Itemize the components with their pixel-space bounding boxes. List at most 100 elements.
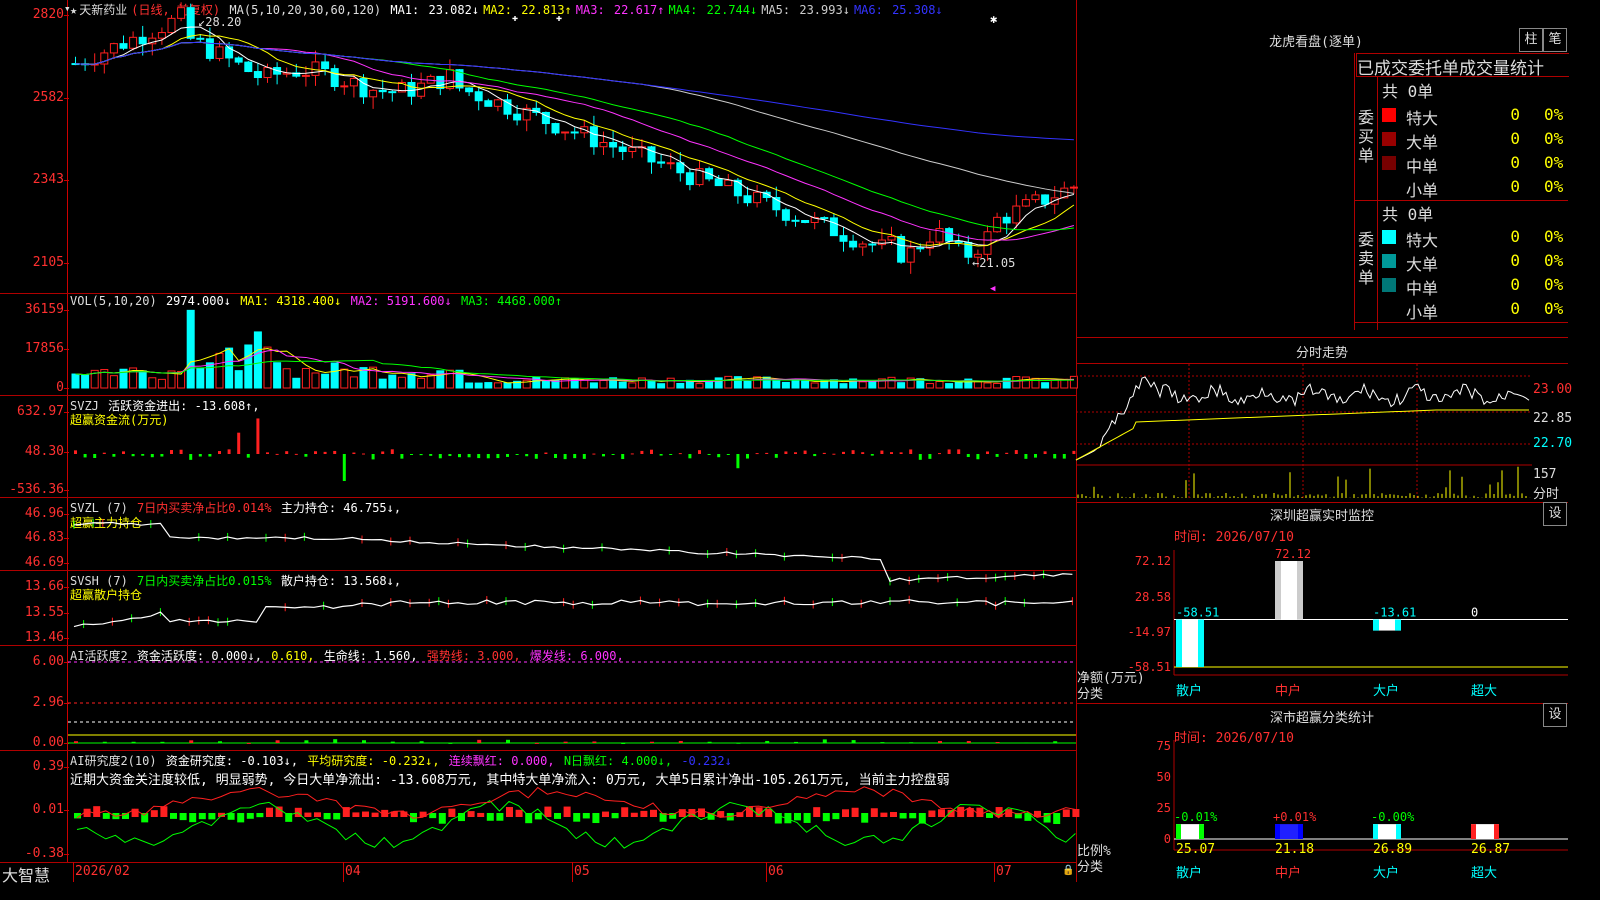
fund-flow-bar — [650, 449, 653, 454]
y-tick-label: 2820 — [32, 7, 64, 22]
activity-bar — [563, 741, 568, 743]
activity-bar — [966, 740, 971, 743]
volume-bar — [474, 382, 483, 389]
fund-flow-bar — [928, 454, 932, 459]
volume-bar — [993, 382, 1002, 389]
fund-flow-bar — [832, 453, 836, 455]
tick-mode-button[interactable]: 笔 — [1543, 28, 1567, 52]
fund-flow-bar — [966, 454, 970, 458]
candle-body — [369, 89, 378, 98]
low-price-label: ←21.05 — [972, 256, 1016, 270]
volume-bar — [897, 382, 906, 389]
fund-flow-bar — [976, 454, 980, 460]
classify-bar-chart[interactable]: 75 50 25 0-0.01% 25.07 散户 +0.01% 21.18 中户 -0.00% 2… — [1076, 739, 1568, 882]
event-marker-icon[interactable]: ✚ — [556, 13, 562, 24]
monitor-settings-button[interactable]: 设 — [1543, 502, 1567, 526]
separator — [1076, 337, 1568, 338]
activity-bar — [909, 742, 914, 744]
fund-flow-chart[interactable] — [68, 396, 1076, 497]
bar-mode-button[interactable]: 柱 — [1519, 28, 1543, 52]
main-holding-chart[interactable] — [68, 498, 1076, 586]
volume-bar — [1041, 382, 1050, 389]
research-bar — [842, 809, 849, 817]
candle-body — [733, 179, 742, 197]
classify-settings-button[interactable]: 设 — [1543, 703, 1567, 727]
candle-body — [858, 243, 867, 248]
y-tick-label: -536.36 — [9, 482, 64, 497]
candle-body — [311, 61, 320, 76]
separator — [0, 862, 1076, 863]
row-value: 0 — [1510, 105, 1520, 124]
research-bar — [93, 806, 101, 817]
ai-active-chart[interactable] — [68, 646, 1076, 750]
pin-icon[interactable]: ▾ — [64, 2, 71, 15]
volume-chart[interactable] — [68, 294, 1078, 395]
monitor-title: 深圳超赢实时监控 — [1269, 509, 1374, 524]
research-bar — [803, 813, 811, 823]
activity-bar — [650, 741, 654, 743]
volume-bar — [263, 346, 272, 389]
candlestick-chart[interactable] — [68, 0, 1078, 293]
longhu-row: 大单 0 0% — [1380, 127, 1568, 152]
classify-category-label: 散户 — [1176, 865, 1202, 881]
classify-y-label: 50 — [1157, 770, 1171, 784]
candle-body — [714, 178, 723, 187]
research-bar — [448, 808, 456, 817]
monitor-value-label: -13.61 — [1373, 606, 1416, 620]
volume-bar — [234, 370, 243, 389]
monitor-bar-chart[interactable]: 72.1228.58-14.97-58.51-58.51散户72.12中户-13… — [1076, 540, 1568, 700]
y-tick-label: 632.97 — [17, 404, 64, 419]
classify-bar-shade — [1373, 824, 1378, 839]
volume-bar — [407, 373, 416, 389]
volume-bar — [657, 383, 666, 389]
candle-body — [609, 141, 618, 148]
volume-bar — [983, 382, 992, 389]
research-bar — [189, 813, 197, 823]
volume-bar — [743, 380, 752, 389]
intraday-chart[interactable] — [1075, 364, 1568, 502]
candle-body — [753, 191, 762, 204]
candle-body — [234, 57, 243, 63]
candle-body — [945, 228, 954, 242]
row-value: 0 — [1510, 275, 1520, 294]
y-tick-label: 13.46 — [24, 630, 64, 645]
y-tick-label: 2343 — [32, 172, 64, 187]
monitor-category-label: 中户 — [1275, 683, 1301, 699]
research-bar — [256, 813, 264, 818]
ai-research-chart[interactable] — [68, 751, 1080, 862]
research-bar — [160, 806, 168, 817]
candle-body — [781, 209, 790, 221]
volume-bar — [215, 352, 224, 389]
event-marker-icon[interactable]: ✚ — [512, 13, 518, 24]
activity-bar — [131, 741, 136, 743]
fund-flow-bar — [630, 453, 634, 455]
fund-flow-bar — [1005, 452, 1009, 454]
research-bar — [832, 813, 840, 820]
research-bar — [515, 809, 523, 817]
monitor-category-label: 大户 — [1373, 683, 1399, 699]
retail-holding-chart[interactable] — [68, 571, 1076, 645]
volume-bar — [397, 376, 406, 389]
row-percent: 0% — [1544, 129, 1564, 148]
star-marker-icon[interactable]: ✱ — [990, 12, 997, 26]
activity-bar — [851, 740, 856, 743]
fund-flow-bar — [419, 454, 423, 456]
fund-flow-bar — [237, 432, 241, 454]
candle-body — [676, 162, 685, 174]
research-bar — [602, 811, 609, 817]
volume-bar — [282, 368, 291, 389]
fund-flow-bar — [726, 454, 730, 455]
cursor-marker-icon: ◀ — [990, 284, 996, 294]
separator — [1076, 703, 1568, 704]
fund-flow-bar — [803, 450, 807, 454]
volume-bar — [321, 373, 330, 389]
research-bar — [582, 813, 590, 819]
longhu-inner-border — [1377, 76, 1378, 330]
fund-flow-bar — [170, 450, 173, 454]
fund-flow-bar — [362, 453, 365, 455]
date-tick — [572, 862, 573, 882]
buy-side-label: 委买单 — [1357, 108, 1374, 165]
lock-icon[interactable]: 🔒 — [1062, 865, 1074, 876]
research-bar — [640, 810, 648, 817]
fund-flow-bar — [525, 454, 529, 457]
